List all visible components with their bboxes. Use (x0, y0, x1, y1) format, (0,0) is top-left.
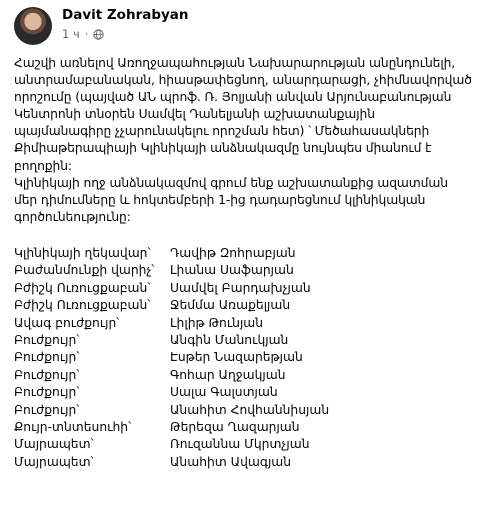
staff-name: Անահիտ Ավագյան (170, 454, 292, 469)
post-body: Հաշվի առնելով Առողջապահության Նախարարութ… (14, 55, 474, 226)
staff-name: Էսթեր Նազարեթյան (170, 350, 303, 365)
staff-name: Անահիտ Հովհաննիսյան (170, 402, 330, 417)
staff-role: Քույր-տնտեսուհի՝ (14, 420, 131, 434)
staff-role: Բժիշկ Ուռուցքաբան՝ (14, 280, 151, 295)
staff-name: Սալա Գալստյան (170, 385, 278, 400)
staff-row: Բուժքույր՝ Գոհար Աղջակյան (14, 367, 474, 384)
post-meta: Davit Zohrabyan 1 ч · (62, 5, 189, 42)
post-paragraph: Հաշվի առնելով Առողջապահության Նախարարութ… (14, 56, 472, 173)
staff-role: Մայրապետ՝ (14, 454, 94, 469)
staff-list: Կլինիկայի ղեկավար՝ Դավիթ Զոհրաբյան Բաժանմո… (14, 245, 474, 471)
post-time[interactable]: 1 ч (62, 26, 80, 42)
staff-row: Բժիշկ Ուռուցքաբան՝ Սամվել Բարդախչյան (14, 280, 474, 297)
staff-name: Սամվել Բարդախչյան (170, 280, 311, 295)
staff-row: Բաժանմունքի վարիչ՝ Լիանա Սաֆարյան (14, 262, 474, 279)
staff-row: Բուժքույր՝ Անահիտ Հովհաննիսյան (14, 402, 474, 419)
staff-row: Բուժքույր՝ Անգին Մանուկյան (14, 332, 474, 349)
globe-icon (93, 28, 105, 40)
post-paragraph-2: Կլինիկայի ողջ անձնակազմով գրում ենք աշխա… (14, 175, 448, 224)
staff-name: Ջեմմա Առաքելյան (170, 298, 291, 313)
staff-role: Կլինիկայի ղեկավար՝ (14, 245, 151, 260)
staff-role: Բուժքույր՝ (14, 367, 80, 382)
staff-row: Քույր-տնտեսուհի՝ Թերեզա Ղազարյան (14, 419, 474, 436)
post-header: Davit Zohrabyan 1 ч · (14, 5, 474, 49)
staff-name: Գոհար Աղջակյան (170, 367, 286, 382)
staff-name: Դավիթ Զոհրաբյան (170, 245, 296, 260)
separator-dot: · (84, 27, 89, 41)
staff-name: Լիլիթ Թունյան (170, 315, 264, 330)
avatar[interactable] (14, 7, 52, 45)
staff-name: Թերեզա Ղազարյան (170, 420, 300, 434)
author-name[interactable]: Davit Zohrabyan (62, 7, 189, 24)
staff-row: Բուժքույր՝ Սալա Գալստյան (14, 384, 474, 401)
staff-role: Բուժքույր՝ (14, 350, 80, 365)
post-subline: 1 ч · (62, 26, 189, 42)
staff-role: Մայրապետ՝ (14, 437, 94, 452)
staff-name: Ռուզաննա Մկրտչյան (170, 437, 310, 452)
staff-row: Մայրապետ՝ Ռուզաննա Մկրտչյան (14, 436, 474, 453)
staff-role: Բուժքույր՝ (14, 385, 80, 400)
facebook-post: Davit Zohrabyan 1 ч · Հաշվի առնելով Առող… (0, 0, 488, 505)
staff-name: Անգին Մանուկյան (170, 332, 289, 347)
staff-row: Ավագ բուժքույր՝ Լիլիթ Թունյան (14, 315, 474, 332)
staff-name: Լիանա Սաֆարյան (170, 263, 294, 278)
staff-row: Կլինիկայի ղեկավար՝ Դավիթ Զոհրաբյան (14, 245, 474, 262)
staff-role: Բժիշկ Ուռուցքաբան՝ (14, 298, 151, 313)
staff-role: Բուժքույր՝ (14, 402, 80, 417)
staff-role: Բուժքույր՝ (14, 332, 80, 347)
staff-role: Ավագ բուժքույր՝ (14, 315, 120, 330)
staff-role: Բաժանմունքի վարիչ՝ (14, 263, 155, 278)
staff-row: Բուժքույր՝ Էսթեր Նազարեթյան (14, 349, 474, 366)
staff-row: Բժիշկ Ուռուցքաբան՝ Ջեմմա Առաքելյան (14, 297, 474, 314)
staff-row: Մայրապետ՝ Անահիտ Ավագյան (14, 454, 474, 471)
